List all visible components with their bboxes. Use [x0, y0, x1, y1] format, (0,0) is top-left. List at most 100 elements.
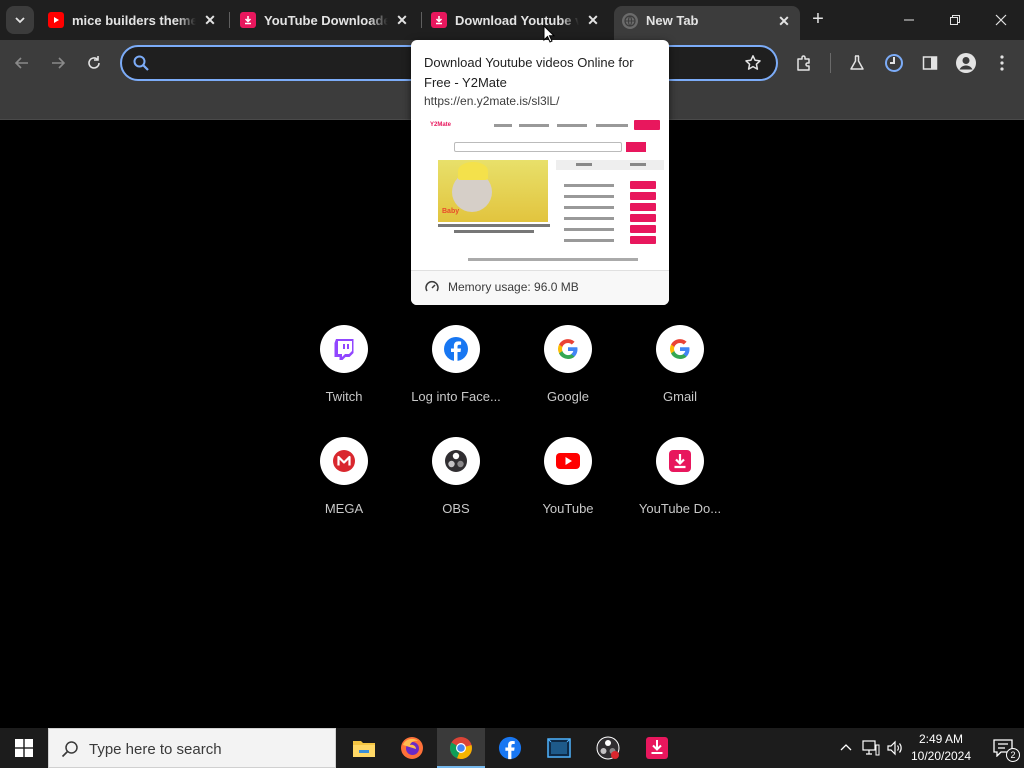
new-tab-button[interactable]: +: [806, 8, 830, 32]
network-icon[interactable]: [862, 740, 880, 756]
mega-icon: [320, 437, 368, 485]
extension-button[interactable]: [880, 49, 908, 77]
preview-row: [564, 184, 614, 187]
chevron-down-icon: [15, 17, 25, 24]
preview-nav-button: [634, 120, 660, 130]
reload-button[interactable]: [80, 49, 108, 77]
avatar-icon: [956, 53, 976, 73]
preview-footer-text: [468, 258, 638, 261]
shortcut-label: YouTube: [542, 501, 594, 516]
bookmark-star-icon[interactable]: [744, 54, 762, 72]
puzzle-icon: [797, 55, 810, 71]
tab-title: New Tab: [646, 13, 699, 28]
taskbar-app-firefox[interactable]: [388, 728, 436, 768]
preview-nav-item: [494, 124, 512, 127]
tab-download-youtube[interactable]: Download Youtube vi ✕: [423, 6, 609, 34]
windows-icon: [15, 739, 33, 757]
labs-button[interactable]: [843, 49, 871, 77]
preview-row: [564, 239, 614, 242]
memory-usage-row: Memory usage: 96.0 MB: [411, 270, 669, 305]
close-icon: [995, 14, 1007, 26]
close-icon[interactable]: ✕: [394, 12, 410, 28]
preview-thumb-text: Baby: [442, 208, 460, 215]
reload-icon: [88, 56, 100, 69]
close-icon[interactable]: ✕: [585, 12, 601, 28]
side-panel-button[interactable]: [916, 49, 944, 77]
clock-time: 2:49 AM: [918, 732, 964, 746]
clock-date: 10/20/2024: [910, 749, 972, 763]
shortcut-gmail[interactable]: Gmail: [624, 325, 736, 437]
shortcut-google[interactable]: Google: [512, 325, 624, 437]
shortcut-twitch[interactable]: Twitch: [288, 325, 400, 437]
shortcut-mega[interactable]: MEGA: [288, 437, 400, 549]
youtube-icon: [48, 12, 64, 28]
close-window-button[interactable]: [978, 0, 1024, 40]
kebab-menu-icon: [1000, 55, 1004, 71]
tab-hover-card: Download Youtube videos Online for Free …: [411, 40, 669, 305]
arrow-left-icon: [14, 57, 28, 69]
extension-icon: [885, 54, 903, 72]
tab-new-tab[interactable]: New Tab ✕: [614, 6, 800, 40]
start-button[interactable]: [0, 728, 48, 768]
preview-nav-item: [557, 124, 587, 127]
shortcut-label: Google: [547, 389, 589, 404]
preview-download-button: [630, 203, 656, 211]
y2mate-icon: [240, 12, 256, 28]
taskbar: Type here to search 2:49 AM 10/20/2024 2: [0, 728, 1024, 768]
memory-usage-text: Memory usage: 96.0 MB: [448, 280, 579, 294]
hover-card-url: https://en.y2mate.is/sl3lL/: [424, 94, 560, 108]
taskbar-app-file-explorer[interactable]: [340, 728, 388, 768]
preview-row: [564, 206, 614, 209]
taskbar-app-y2mate[interactable]: [633, 728, 681, 768]
preview-download-button: [630, 214, 656, 222]
chevron-up-icon[interactable]: [840, 742, 852, 754]
minimize-icon: [904, 19, 914, 21]
extensions-button[interactable]: [790, 49, 818, 77]
back-button[interactable]: [8, 49, 36, 77]
shortcut-youtube[interactable]: YouTube: [512, 437, 624, 549]
taskbar-search-box[interactable]: Type here to search: [48, 728, 336, 768]
preview-download-button: [630, 225, 656, 233]
obs-icon: [432, 437, 480, 485]
toolbar-separator: [830, 53, 831, 73]
forward-button[interactable]: [44, 49, 72, 77]
chrome-globe-icon: [622, 13, 638, 29]
taskbar-clock[interactable]: 2:49 AM 10/20/2024: [904, 731, 978, 765]
youtube-icon: [544, 437, 592, 485]
y2mate-icon: [646, 737, 668, 759]
shortcut-youtube-downloader[interactable]: YouTube Do...: [624, 437, 736, 549]
menu-button[interactable]: [988, 49, 1016, 77]
tab-youtube-downloader[interactable]: YouTube Downloader ✕: [232, 6, 418, 34]
file-explorer-icon: [353, 741, 375, 757]
taskbar-app-obs[interactable]: [584, 728, 632, 768]
taskbar-app-chrome[interactable]: [437, 728, 485, 768]
tab-search-button[interactable]: [6, 6, 34, 34]
shortcut-label: MEGA: [324, 501, 364, 516]
volume-icon[interactable]: [886, 739, 904, 757]
taskbar-app-facebook[interactable]: [486, 728, 534, 768]
preview-format-tabs: [556, 160, 664, 170]
hover-card-title: Download Youtube videos Online for Free …: [424, 55, 634, 90]
preview-row: [564, 228, 614, 231]
search-icon: [61, 741, 78, 758]
restore-button[interactable]: [932, 0, 978, 40]
preview-caption: [454, 230, 534, 233]
tab-separator: [421, 12, 422, 28]
arrow-right-icon: [52, 57, 66, 69]
taskbar-app-video-editor[interactable]: [535, 728, 583, 768]
close-icon[interactable]: ✕: [202, 12, 218, 28]
taskbar-search-placeholder: Type here to search: [89, 741, 222, 758]
tab-title: Download Youtube vi: [455, 12, 579, 28]
facebook-icon: [432, 325, 480, 373]
shortcut-obs[interactable]: OBS: [400, 437, 512, 549]
close-icon[interactable]: ✕: [776, 13, 792, 29]
tab-title: YouTube Downloader: [264, 12, 388, 28]
preview-nav-item: [596, 124, 628, 127]
google-icon: [544, 325, 592, 373]
gauge-icon: [425, 281, 439, 292]
profile-button[interactable]: [952, 49, 980, 77]
minimize-button[interactable]: [886, 0, 932, 40]
shortcut-facebook[interactable]: Log into Face...: [400, 325, 512, 437]
tab-mice-builders[interactable]: mice builders theme s ✕: [40, 6, 226, 34]
notification-center-button[interactable]: [982, 728, 1024, 768]
